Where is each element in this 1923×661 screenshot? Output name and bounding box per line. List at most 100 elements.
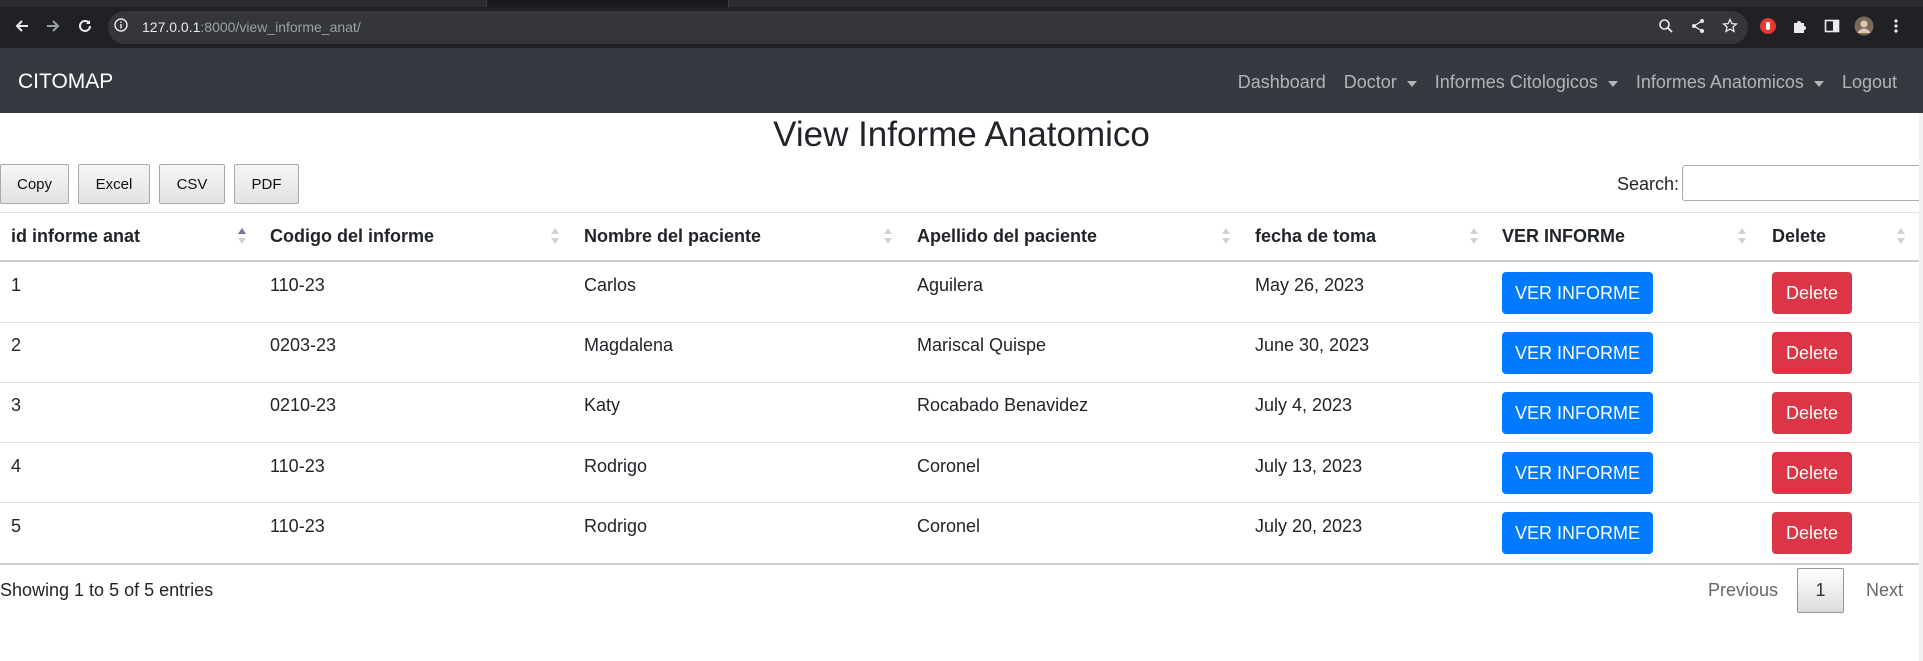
cell-apellido: Mariscal Quispe (917, 335, 1047, 355)
header-fecha[interactable]: fecha de toma (1255, 212, 1376, 261)
nav-links: Dashboard Doctor Informes Citologicos In… (1220, 72, 1897, 93)
ver-informe-button[interactable]: VER INFORME (1502, 332, 1653, 374)
pagination-page-1[interactable]: 1 (1797, 568, 1844, 613)
cell-nombre: Carlos (584, 275, 637, 295)
cell-id: 1 (11, 275, 22, 295)
cell-fecha: June 30, 2023 (1255, 335, 1370, 355)
cell-codigo: 0210-23 (270, 395, 337, 415)
delete-button[interactable]: Delete (1772, 452, 1852, 494)
page-scrollbar[interactable] (1919, 113, 1923, 661)
cell-apellido: Coronel (917, 516, 981, 536)
header-nombre[interactable]: Nombre del paciente (584, 212, 761, 261)
delete-button[interactable]: Delete (1772, 272, 1852, 314)
ver-informe-button[interactable]: VER INFORME (1502, 272, 1653, 314)
table-bottom-border (0, 563, 1919, 565)
zoom-icon[interactable] (1656, 16, 1676, 36)
delete-button[interactable]: Delete (1772, 512, 1852, 554)
delete-button[interactable]: Delete (1772, 332, 1852, 374)
ver-informe-button[interactable]: VER INFORME (1502, 512, 1653, 554)
brand-logo[interactable]: CITOMAP (18, 70, 113, 94)
reload-icon[interactable] (73, 14, 97, 38)
side-panel-icon[interactable] (1822, 16, 1842, 36)
browser-menu-icon[interactable] (1886, 16, 1906, 36)
tab-strip (0, 0, 1923, 7)
caret-down-icon (1406, 80, 1417, 87)
extensions-puzzle-icon[interactable] (1790, 16, 1810, 36)
cell-id: 2 (11, 335, 22, 355)
sort-both-icon (1470, 228, 1478, 246)
cell-fecha: July 20, 2023 (1255, 516, 1363, 536)
nav-informes-anatomicos-dropdown[interactable]: Informes Anatomicos (1636, 72, 1824, 93)
nav-informes-citologicos-dropdown[interactable]: Informes Citologicos (1435, 72, 1618, 93)
caret-down-icon (1813, 80, 1824, 87)
header-ver-informe[interactable]: VER INFORMe (1502, 212, 1625, 261)
url-text: 127.0.0.1:8000/view_informe_anat/ (142, 19, 361, 35)
share-icon[interactable] (1688, 16, 1708, 36)
ver-informe-button[interactable]: VER INFORME (1502, 392, 1653, 434)
cell-fecha: July 4, 2023 (1255, 395, 1353, 415)
pdf-button[interactable]: PDF (234, 164, 299, 204)
cell-id: 4 (11, 456, 22, 476)
nav-doctor-dropdown[interactable]: Doctor (1344, 72, 1417, 93)
cell-apellido: Coronel (917, 456, 981, 476)
cell-nombre: Katy (584, 395, 621, 415)
url-path: :8000/view_informe_anat/ (200, 19, 361, 35)
cell-codigo: 110-23 (270, 456, 325, 476)
page-title: View Informe Anatomico (773, 115, 1150, 154)
profile-avatar[interactable] (1854, 16, 1874, 36)
cell-nombre: Magdalena (584, 335, 674, 355)
search-input[interactable] (1682, 165, 1922, 201)
cell-apellido: Rocabado Benavidez (917, 395, 1089, 415)
nav-logout-label: Logout (1841, 72, 1897, 92)
cell-codigo: 110-23 (270, 516, 325, 536)
table-info: Showing 1 to 5 of 5 entries (0, 580, 214, 600)
nav-doctor-label: Doctor (1343, 72, 1397, 92)
back-icon[interactable] (10, 14, 34, 38)
row-divider (0, 502, 1919, 503)
table-header-border (0, 260, 1919, 262)
pagination-next[interactable]: Next (1866, 580, 1903, 601)
cell-nombre: Rodrigo (584, 456, 648, 476)
forward-icon[interactable] (41, 14, 65, 38)
extension-stop-icon[interactable] (1758, 16, 1778, 36)
sort-both-icon (884, 228, 892, 246)
cell-codigo: 110-23 (270, 275, 325, 295)
ver-informe-button[interactable]: VER INFORME (1502, 452, 1653, 494)
nav-informes-anatomicos-label: Informes Anatomicos (1635, 72, 1804, 92)
nav-logout[interactable]: Logout (1842, 72, 1897, 93)
copy-button[interactable]: Copy (0, 164, 69, 204)
browser-toolbar: 127.0.0.1:8000/view_informe_anat/ (0, 0, 1923, 48)
browser-tab[interactable] (728, 0, 1923, 7)
header-codigo[interactable]: Codigo del informe (270, 212, 434, 261)
header-id-informe-anat[interactable]: id informe anat (11, 212, 140, 261)
cell-nombre: Rodrigo (584, 516, 648, 536)
cell-fecha: July 13, 2023 (1255, 456, 1363, 476)
sort-both-icon (1897, 228, 1905, 246)
csv-button[interactable]: CSV (159, 164, 225, 204)
browser-tab[interactable] (0, 0, 487, 7)
url-host: 127.0.0.1 (142, 19, 201, 35)
nav-informes-citologicos-label: Informes Citologicos (1434, 72, 1598, 92)
caret-down-icon (1607, 80, 1618, 87)
cell-id: 3 (11, 395, 22, 415)
sort-both-icon (1222, 228, 1230, 246)
cell-codigo: 0203-23 (270, 335, 337, 355)
delete-button[interactable]: Delete (1772, 392, 1852, 434)
cell-apellido: Aguilera (917, 275, 984, 295)
site-info-icon[interactable] (113, 17, 129, 33)
pagination-previous[interactable]: Previous (1708, 580, 1778, 601)
header-delete[interactable]: Delete (1772, 212, 1826, 261)
row-divider (0, 382, 1919, 383)
sort-asc-icon (238, 228, 246, 246)
row-divider (0, 322, 1919, 323)
cell-id: 5 (11, 516, 22, 536)
excel-button[interactable]: Excel (78, 164, 150, 204)
cell-fecha: May 26, 2023 (1255, 275, 1365, 295)
search-label: Search: (1617, 174, 1680, 194)
bookmark-star-icon[interactable] (1720, 16, 1740, 36)
nav-dashboard[interactable]: Dashboard (1238, 72, 1326, 93)
nav-dashboard-label: Dashboard (1237, 72, 1326, 92)
header-apellido[interactable]: Apellido del paciente (917, 212, 1097, 261)
sort-both-icon (551, 228, 559, 246)
sort-both-icon (1738, 228, 1746, 246)
